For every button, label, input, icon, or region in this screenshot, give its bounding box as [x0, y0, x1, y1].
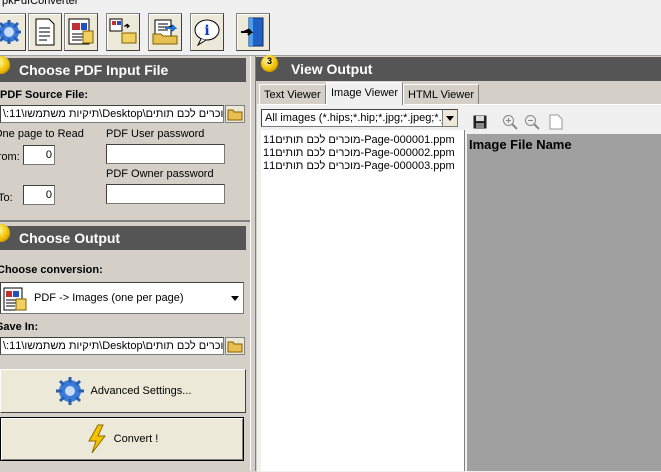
filter-dropdown-arrow[interactable]: [442, 110, 457, 126]
source-file-label: PDF Source File:: [0, 89, 89, 101]
vertical-splitter[interactable]: [250, 56, 256, 471]
settings-gear-button[interactable]: [0, 13, 26, 51]
step-ball-icon: [0, 224, 10, 242]
info-icon: i: [194, 19, 220, 47]
input-panel-title: Choose PDF Input File: [19, 62, 169, 78]
owner-password-input[interactable]: [106, 184, 225, 204]
from-page-input[interactable]: 0: [23, 145, 55, 165]
pdf-to-images-icon: [3, 287, 27, 311]
step-ball-icon: [0, 56, 10, 74]
batch-convert-button[interactable]: [106, 13, 140, 51]
advanced-settings-button[interactable]: Advanced Settings...: [0, 369, 246, 413]
title-bar: pkPdfConverter: [0, 0, 661, 9]
floppy-disk-icon: [473, 115, 487, 129]
to-label: To:: [0, 192, 13, 204]
exit-button[interactable]: [236, 13, 270, 51]
output-panel-title: Choose Output: [19, 230, 121, 246]
zoom-out-button[interactable]: [522, 112, 542, 132]
page-to-read-label: One page to Read: [0, 128, 84, 140]
view-panel-title: View Output: [291, 61, 373, 77]
convert-icon: [68, 18, 94, 45]
tab-image-viewer[interactable]: Image Viewer: [326, 82, 404, 105]
list-item[interactable]: מוכרים לכם תותים11-Page-000001.ppm: [263, 134, 455, 146]
user-password-input[interactable]: [106, 144, 225, 164]
convert-document-button[interactable]: [64, 13, 98, 51]
save-in-label: Save In:: [0, 321, 39, 333]
zoom-out-icon: [525, 115, 540, 130]
lightning-icon: [87, 424, 106, 454]
conversion-label: Choose conversion:: [0, 264, 103, 276]
conversion-dropdown-arrow[interactable]: [227, 283, 243, 313]
open-folder-icon: [227, 109, 243, 121]
list-item[interactable]: מוכרים לכם תותים11-Page-000003.ppm: [263, 160, 455, 172]
save-in-input[interactable]: \:תיקיות משתמשו\11\Desktop\מוכרים לכם תו…: [0, 337, 224, 355]
image-file-name-label: Image File Name: [469, 137, 572, 152]
chevron-down-icon: [231, 295, 239, 301]
image-filter-select[interactable]: All images (*.hips;*.hip;*.jpg;*.jpeg;*.…: [261, 109, 458, 127]
source-file-input[interactable]: \:תיקיות משתמשו\11\Desktop\מוכרים לכם תו…: [0, 105, 224, 123]
app-title: pkPdfConverter: [2, 0, 79, 7]
blank-page-button[interactable]: [546, 112, 566, 132]
panel-divider: [0, 220, 250, 222]
batch-icon: [109, 18, 137, 44]
input-panel-header: Choose PDF Input File: [0, 56, 246, 82]
from-label: From:: [0, 151, 20, 163]
document-icon: [35, 18, 55, 46]
save-image-button[interactable]: [470, 112, 490, 132]
output-panel-header: Choose Output: [0, 224, 246, 250]
convert-label: Convert !: [113, 433, 159, 445]
page-icon: [549, 114, 563, 130]
view-panel-header: 3 View Output: [256, 55, 661, 81]
user-password-label: PDF User password: [106, 128, 205, 140]
svg-text:i: i: [204, 23, 209, 39]
gear-icon: [55, 377, 84, 405]
tab-text-viewer[interactable]: Text Viewer: [259, 84, 326, 104]
info-button[interactable]: i: [190, 13, 224, 51]
open-folder-button[interactable]: [148, 13, 182, 51]
folder-icon: [152, 19, 178, 45]
image-filter-value: All images (*.hips;*.hip;*.jpg;*.jpeg;*.…: [265, 112, 451, 124]
conversion-value: PDF -> Images (one per page): [34, 292, 184, 304]
step-ball-icon: 3: [261, 55, 278, 72]
conversion-select[interactable]: PDF -> Images (one per page): [0, 282, 244, 314]
exit-door-icon: [241, 17, 264, 47]
open-folder-icon: [227, 341, 243, 353]
browse-save-button[interactable]: [225, 337, 245, 355]
step-number: 3: [267, 56, 273, 66]
gear-icon: [0, 20, 21, 44]
convert-button[interactable]: Convert !: [0, 417, 244, 461]
advanced-settings-label: Advanced Settings...: [90, 385, 192, 397]
new-document-button[interactable]: [28, 13, 62, 51]
browse-source-button[interactable]: [225, 105, 245, 123]
tab-html-viewer[interactable]: HTML Viewer: [403, 84, 480, 104]
owner-password-label: PDF Owner password: [106, 168, 214, 180]
chevron-down-icon: [446, 115, 454, 121]
to-page-input[interactable]: 0: [23, 185, 55, 205]
list-item[interactable]: מוכרים לכם תותים11-Page-000002.ppm: [263, 147, 455, 159]
image-display-area: Image File Name: [467, 134, 661, 471]
zoom-in-button[interactable]: [500, 112, 520, 132]
zoom-in-icon: [503, 115, 518, 130]
file-list[interactable]: [261, 130, 465, 471]
toolbar: i: [0, 9, 661, 56]
